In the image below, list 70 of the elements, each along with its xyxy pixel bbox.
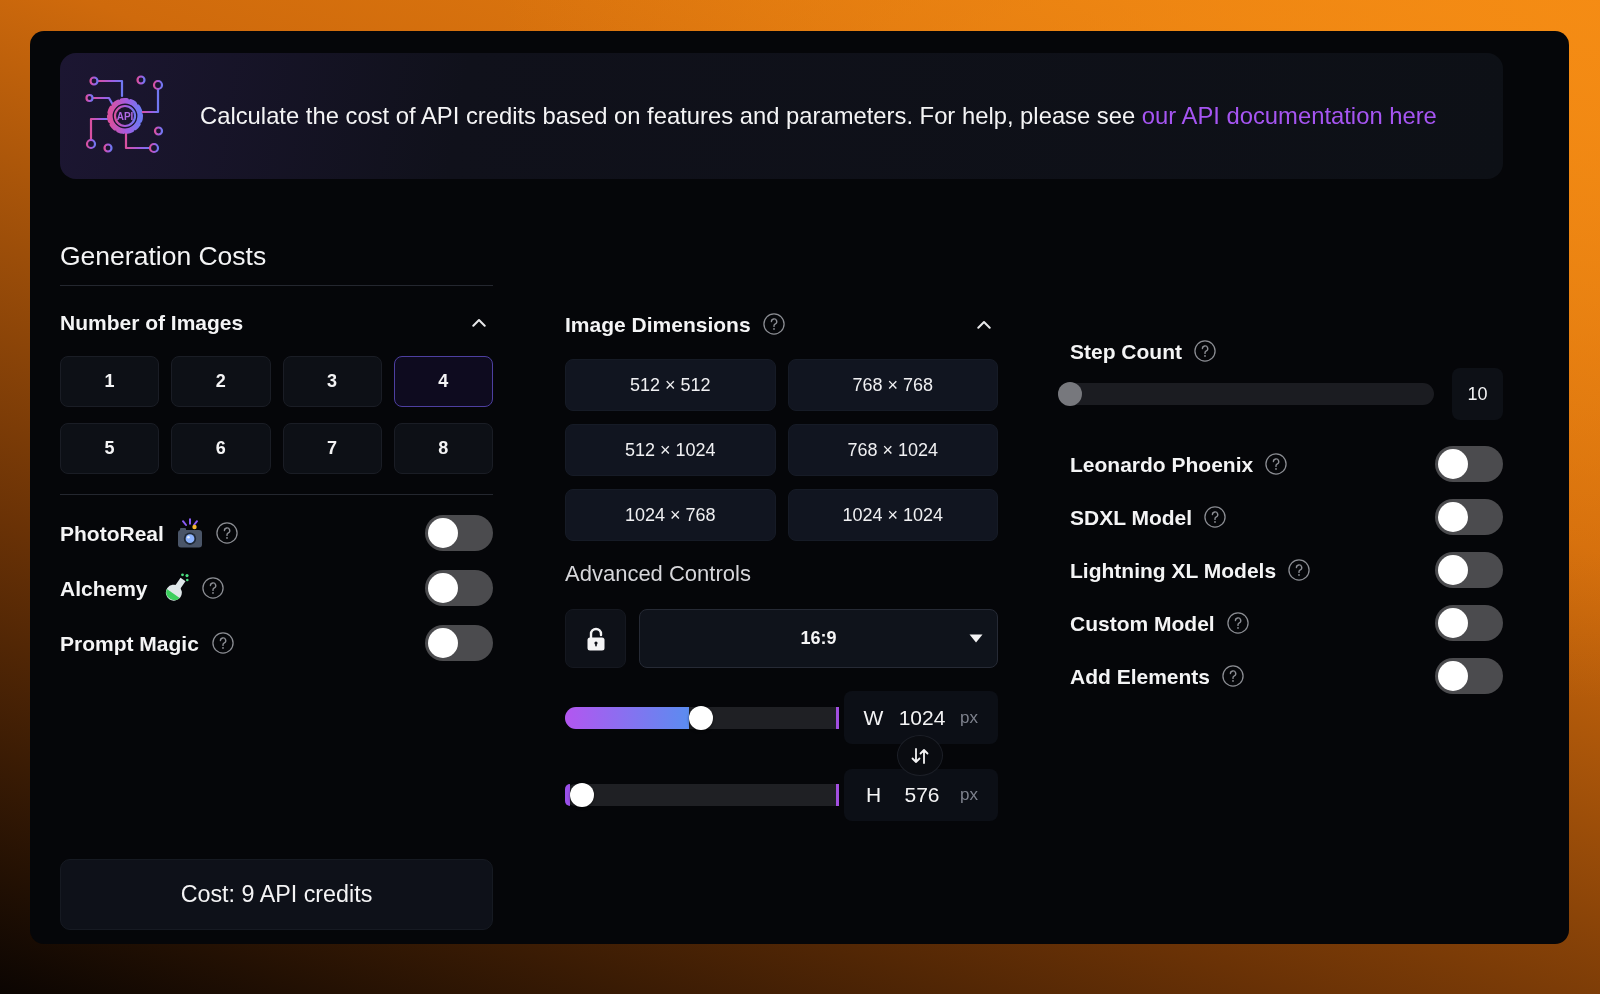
model-option-label: SDXL Model bbox=[1070, 504, 1193, 530]
unit-label: px bbox=[960, 707, 978, 728]
image-count-button[interactable]: 1 bbox=[60, 356, 160, 407]
help-icon[interactable] bbox=[1204, 506, 1227, 528]
image-count-button[interactable]: 5 bbox=[60, 423, 160, 474]
slider-fill bbox=[565, 784, 570, 806]
width-slider-track[interactable] bbox=[565, 706, 839, 729]
width-label: W bbox=[863, 705, 884, 730]
section-heading: Image Dimensions bbox=[565, 311, 751, 337]
slider-thumb[interactable] bbox=[1058, 382, 1082, 406]
dimension-preset-button[interactable]: 512 × 512 bbox=[565, 359, 776, 411]
help-icon[interactable] bbox=[1226, 612, 1249, 634]
dimension-preset-button[interactable]: 1024 × 1024 bbox=[787, 489, 998, 541]
toggle-switch[interactable] bbox=[1435, 658, 1503, 694]
toggle-switch[interactable] bbox=[1435, 605, 1503, 641]
subsection-heading: Advanced Controls bbox=[565, 560, 751, 587]
toggle-switch[interactable] bbox=[425, 515, 493, 551]
image-count-button[interactable]: 8 bbox=[393, 423, 493, 474]
toggle-switch[interactable] bbox=[1435, 552, 1503, 588]
caret-down-icon bbox=[969, 634, 983, 643]
swap-arrows-icon bbox=[911, 746, 929, 765]
help-icon[interactable] bbox=[211, 632, 234, 654]
aspect-lock-button[interactable] bbox=[565, 609, 626, 668]
chevron-up-icon[interactable] bbox=[472, 317, 486, 327]
slider-thumb[interactable] bbox=[688, 705, 713, 730]
model-option-label: Leonardo Phoenix bbox=[1070, 451, 1254, 477]
feature-label: Prompt Magic bbox=[60, 630, 199, 656]
step-count-input[interactable]: 10 bbox=[1452, 368, 1503, 420]
feature-label: Alchemy bbox=[60, 575, 148, 601]
model-option-label: Custom Model bbox=[1070, 610, 1215, 636]
image-count-button[interactable]: 4 bbox=[393, 356, 493, 407]
dimension-preset-button[interactable]: 768 × 768 bbox=[787, 359, 998, 411]
step-count-slider-track[interactable] bbox=[1058, 383, 1434, 405]
width-input[interactable]: 1024 bbox=[896, 705, 948, 730]
section-title: Generation Costs bbox=[60, 240, 267, 273]
dimension-preset-button[interactable]: 1024 × 768 bbox=[565, 489, 776, 541]
section-heading: Number of Images bbox=[60, 309, 244, 335]
help-icon[interactable] bbox=[762, 313, 785, 335]
aspect-ratio-select[interactable]: 16:9 bbox=[639, 609, 998, 668]
help-icon[interactable] bbox=[1194, 340, 1216, 362]
cost-text: Cost: 9 API credits bbox=[180, 881, 373, 908]
height-input[interactable]: 576 bbox=[896, 783, 948, 807]
help-icon[interactable] bbox=[1265, 453, 1288, 475]
unit-label: px bbox=[960, 785, 978, 805]
image-count-button[interactable]: 3 bbox=[282, 356, 382, 407]
toggle-switch[interactable] bbox=[425, 625, 493, 661]
image-count-button[interactable]: 2 bbox=[171, 356, 271, 407]
height-slider-track[interactable] bbox=[565, 784, 839, 806]
dimension-preset-button[interactable]: 512 × 1024 bbox=[565, 424, 776, 476]
feature-label: PhotoReal bbox=[60, 520, 164, 546]
dimension-preset-button[interactable]: 768 × 1024 bbox=[787, 424, 998, 476]
toggle-switch[interactable] bbox=[425, 570, 493, 606]
help-icon[interactable] bbox=[215, 522, 238, 544]
help-icon[interactable] bbox=[1222, 665, 1245, 687]
slider-thumb[interactable] bbox=[569, 783, 594, 807]
circuit-logo: API bbox=[84, 75, 166, 157]
image-count-button[interactable]: 6 bbox=[171, 423, 271, 474]
help-icon[interactable] bbox=[1288, 559, 1311, 581]
chevron-up-icon[interactable] bbox=[977, 319, 991, 329]
toggle-switch[interactable] bbox=[1435, 446, 1503, 482]
model-option-label: Lightning XL Models bbox=[1070, 557, 1277, 583]
documentation-link[interactable]: our API documentation here bbox=[1141, 102, 1437, 129]
banner-description: Calculate the cost of API credits based on features and parameters. For help, please see our API documentation here bbox=[200, 101, 1437, 131]
model-option-label: Add Elements bbox=[1070, 663, 1211, 689]
height-label: H bbox=[864, 783, 883, 807]
image-count-button[interactable]: 7 bbox=[282, 423, 382, 474]
help-icon[interactable] bbox=[201, 577, 224, 599]
toggle-switch[interactable] bbox=[1435, 499, 1503, 535]
section-heading: Step Count bbox=[1070, 338, 1182, 364]
camera-flash-icon bbox=[176, 518, 203, 548]
